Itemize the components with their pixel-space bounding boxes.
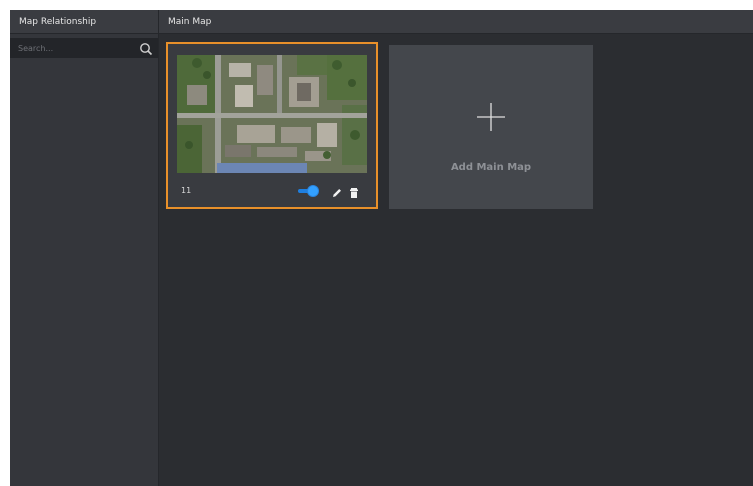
app-window: Map Relationship Main Map <box>10 10 753 486</box>
sidebar: Map Relationship <box>10 10 159 486</box>
map-enable-toggle[interactable] <box>298 186 318 196</box>
add-main-map-label: Add Main Map <box>450 162 532 173</box>
add-main-map-button[interactable]: Add Main Map <box>389 45 593 209</box>
search-icon[interactable] <box>139 41 153 56</box>
pencil-icon[interactable] <box>331 184 343 197</box>
sidebar-title: Map Relationship <box>10 10 158 34</box>
search-box <box>10 38 158 58</box>
map-name: 11 <box>181 186 192 195</box>
trash-icon[interactable] <box>348 184 360 198</box>
map-thumbnail[interactable] <box>177 55 367 173</box>
toggle-knob <box>308 186 318 196</box>
plus-icon <box>475 101 507 133</box>
main-panel: Main Map 11 Add Main Map <box>159 10 753 486</box>
map-card[interactable]: 11 <box>166 42 378 209</box>
search-input[interactable] <box>10 38 130 58</box>
main-title: Main Map <box>159 10 753 34</box>
